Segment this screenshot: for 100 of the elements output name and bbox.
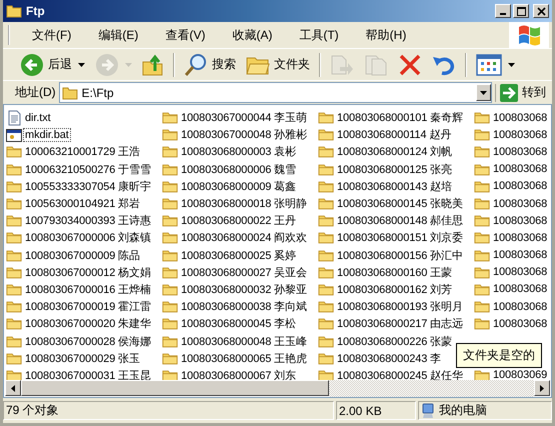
folder-name[interactable]: 100063210001729 王浩 xyxy=(23,143,142,160)
maximize-button[interactable] xyxy=(513,4,529,18)
folder-name[interactable]: 100803067000016 王烨楠 xyxy=(23,280,153,298)
folder-name[interactable]: 100803067000012 杨文娟 xyxy=(23,264,153,281)
folder-name[interactable]: 100803068000101 秦奇辉 xyxy=(335,109,465,126)
folder-name[interactable]: 100803068000245 赵任华 xyxy=(335,366,465,380)
scrollbar-thumb[interactable] xyxy=(21,380,329,396)
folder-name[interactable]: 100803068000022 王丹 xyxy=(179,212,298,230)
file-name[interactable]: mkdir.bat xyxy=(23,128,71,142)
folder-name[interactable]: 100803068000243 李 xyxy=(335,350,444,367)
folder-name[interactable]: 100803068000032 孙黎亚 xyxy=(179,280,309,298)
folder-name[interactable]: 100803068000162 刘芳 xyxy=(335,280,454,298)
folder-name[interactable]: 100803068 xyxy=(491,230,550,245)
folder-name[interactable]: 100803068000193 张明月 xyxy=(335,298,465,316)
folder-name[interactable]: 100553333307054 康昕宇 xyxy=(23,178,153,195)
folder-icon xyxy=(162,214,178,228)
scroll-left-button[interactable] xyxy=(5,380,21,396)
back-button[interactable]: 后退 xyxy=(17,50,88,78)
folder-icon xyxy=(318,300,334,314)
menu-item[interactable]: 文件(F) xyxy=(24,26,80,44)
caret-icon xyxy=(78,62,85,66)
tooltip: 文件夹是空的 xyxy=(456,343,542,368)
folder-name[interactable]: 100803068000048 王玉峰 xyxy=(179,332,309,350)
menu-item[interactable]: 帮助(H) xyxy=(358,26,414,44)
folder-name[interactable]: 100803068000156 孙汇中 xyxy=(335,246,465,264)
folder-name[interactable]: 100803067000029 张玉 xyxy=(23,350,142,367)
folder-name[interactable]: 100803069 xyxy=(491,368,550,380)
folder-name[interactable]: 100803067000031 王玉昆 xyxy=(23,366,153,380)
minimize-button[interactable] xyxy=(495,4,511,18)
folder-icon xyxy=(162,145,178,158)
folder-name[interactable]: 100563000104921 郑岩 xyxy=(23,195,142,212)
folder-name[interactable]: 100803068 xyxy=(491,300,550,314)
folder-icon xyxy=(318,334,334,348)
folder-name[interactable]: 100803068 xyxy=(491,144,550,159)
folder-name[interactable]: 100803068000226 张蒙 xyxy=(335,332,454,350)
folder-name[interactable]: 100803067000006 刘森镇 xyxy=(23,229,153,246)
folder-name[interactable]: 100803068000114 赵丹 xyxy=(335,126,454,144)
close-button[interactable] xyxy=(533,4,549,18)
folder-name[interactable]: 100803067000019 霍江雷 xyxy=(23,298,153,316)
folder-name[interactable]: 100803068000160 王蒙 xyxy=(335,264,454,281)
folder-icon xyxy=(318,128,334,142)
folder-name[interactable]: 100803068000148 郝佳思 xyxy=(335,212,465,230)
folder-name[interactable]: 100803068000018 张明静 xyxy=(179,195,309,212)
folder-name[interactable]: 100803068000151 刘京委 xyxy=(335,229,465,246)
folder-name[interactable]: 100803068000006 魏雪 xyxy=(179,160,298,178)
folder-icon xyxy=(474,317,490,330)
folder-name[interactable]: 100803067000048 孙雅彬 xyxy=(179,126,309,144)
folder-name[interactable]: 100803068 xyxy=(491,248,550,262)
folder-icon xyxy=(6,180,22,193)
folders-button[interactable]: 文件夹 xyxy=(243,50,313,78)
folder-name[interactable]: 100803068000125 张亮 xyxy=(335,160,454,178)
folder-name[interactable]: 100803068000124 刘帆 xyxy=(335,143,454,160)
folder-name[interactable]: 100803068 xyxy=(491,128,550,142)
folder-icon xyxy=(6,214,22,228)
minimize-icon xyxy=(500,13,506,15)
menu-item[interactable]: 编辑(E) xyxy=(90,26,146,44)
folder-name[interactable]: 100803067000009 陈品 xyxy=(23,246,142,264)
folder-name[interactable]: 100803068000009 葛鑫 xyxy=(179,178,298,195)
folder-name[interactable]: 100803068000024 阎欢欢 xyxy=(179,229,309,246)
folder-icon xyxy=(474,180,490,193)
folder-icon xyxy=(318,162,334,176)
folder-name[interactable]: 100803067000028 侯海娜 xyxy=(23,332,153,350)
search-button[interactable]: 搜索 xyxy=(181,50,239,78)
dropdown-button[interactable] xyxy=(476,84,491,101)
folder-icon xyxy=(6,352,22,365)
folder-icon xyxy=(6,266,22,279)
folder-name[interactable]: 100803068000003 袁彬 xyxy=(179,143,298,160)
folder-name[interactable]: 100793034000393 王诗惠 xyxy=(23,212,153,230)
folder-name[interactable]: 100803068000217 由志远 xyxy=(335,315,465,332)
menu-item[interactable]: 工具(T) xyxy=(291,26,347,44)
horizontal-scrollbar[interactable] xyxy=(3,380,552,398)
folder-name[interactable]: 100803068 xyxy=(491,316,550,331)
menu-item[interactable]: 收藏(A) xyxy=(224,26,280,44)
folder-name[interactable]: 100803068 xyxy=(491,179,550,194)
menu-item[interactable]: 查看(V) xyxy=(157,26,214,44)
folder-up-icon xyxy=(142,52,164,76)
folder-name[interactable]: 100803068000143 赵培 xyxy=(335,178,454,195)
file-name[interactable]: dir.txt xyxy=(23,110,53,125)
go-button[interactable]: 转到 xyxy=(495,84,548,102)
folder-icon xyxy=(162,266,178,279)
address-field[interactable]: E:\Ftp xyxy=(58,82,492,103)
folder-name[interactable]: 100803068000045 李松 xyxy=(179,315,298,332)
folder-name[interactable]: 100803068 xyxy=(491,110,550,125)
folder-icon xyxy=(318,317,334,330)
folder-name[interactable]: 100803068 xyxy=(491,162,550,176)
folder-name[interactable]: 100803067000020 朱建华 xyxy=(23,315,153,332)
folder-name[interactable]: 100803068000145 张晓美 xyxy=(335,195,465,212)
folder-name[interactable]: 100803068000065 王艳虎 xyxy=(179,350,309,367)
folder-name[interactable]: 100803068 xyxy=(491,214,550,228)
folder-name[interactable]: 100803068000027 吴亚会 xyxy=(179,264,309,281)
folder-name[interactable]: 100803068 xyxy=(491,282,550,296)
folder-icon xyxy=(474,214,490,228)
folder-name[interactable]: 100803068000038 李向斌 xyxy=(179,298,309,316)
folder-name[interactable]: 100803067000044 李玉萌 xyxy=(179,109,309,126)
folder-name[interactable]: 100063210500276 于雪雪 xyxy=(23,160,153,178)
folder-name[interactable]: 100803068 xyxy=(491,265,550,280)
folder-name[interactable]: 100803068 xyxy=(491,196,550,211)
scroll-right-button[interactable] xyxy=(534,380,550,396)
folder-name[interactable]: 100803068000025 奚婷 xyxy=(179,246,298,264)
folder-icon xyxy=(162,368,178,380)
